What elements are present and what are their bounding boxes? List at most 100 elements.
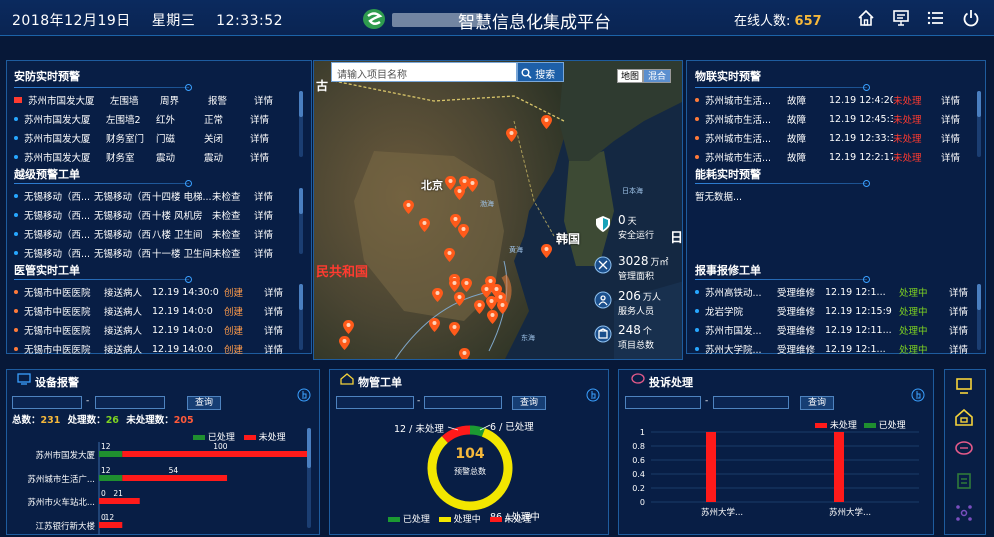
map-pin-icon[interactable] [486,296,497,310]
complaint-end-date[interactable] [713,396,789,409]
y-tick-label: 0.6 [632,456,645,465]
detail-link[interactable]: 详情 [941,131,971,145]
map-pin-icon[interactable] [444,248,455,262]
map-type-map[interactable]: 地图 [617,69,643,83]
power-icon[interactable] [961,8,981,28]
map-pin-icon[interactable] [419,218,430,232]
report-nav-icon[interactable] [950,468,978,494]
wuguan-title: 物管工单 [358,376,402,389]
map-pin-icon[interactable] [487,310,498,324]
map-pin-icon[interactable] [454,186,465,200]
map-pin-icon[interactable] [541,244,552,258]
map-search-button[interactable]: 搜索 [517,62,564,82]
hand-pointer-icon[interactable] [911,388,925,402]
map-pin-icon[interactable] [506,128,517,142]
title-dot [863,180,870,187]
map-pin-icon[interactable] [497,300,508,314]
detail-link[interactable]: 详情 [941,150,971,164]
map-pin-icon[interactable] [403,200,414,214]
donut-total: 104 [455,446,485,462]
hand-pointer-icon[interactable] [297,388,311,402]
map-pin-icon[interactable] [541,115,552,129]
device-nav-icon[interactable] [950,373,978,399]
detail-link[interactable]: 详情 [264,323,294,337]
bar-value-label: 0 [101,489,106,498]
detail-link[interactable]: 详情 [254,208,284,222]
device-start-date[interactable] [12,396,82,409]
repair-status: 处理中 [899,326,928,337]
detail-link[interactable]: 详情 [264,304,294,318]
map-pin-icon[interactable] [449,278,460,292]
map-pin-icon[interactable] [432,288,443,302]
detail-link[interactable]: 详情 [254,227,284,241]
map-pin-icon[interactable] [481,284,492,298]
complaint-nav-icon[interactable] [950,436,978,462]
home-icon[interactable] [856,8,876,28]
iot-row: 苏州城市生活... 故障 12.19 12:45:35未处理 详情 [695,110,975,128]
complaint-query-button[interactable]: 查询 [800,396,834,410]
property-nav-icon[interactable] [950,404,978,430]
alarm-type: 红外 [156,115,176,126]
legend-swatch-processing [438,517,451,522]
repair-status: 处理中 [899,288,928,299]
security-scrollbar[interactable] [299,91,303,157]
map-pin-icon[interactable] [458,224,469,238]
detail-link[interactable]: 详情 [941,93,971,107]
network-nav-icon[interactable] [950,500,978,526]
detail-link[interactable]: 详情 [949,323,979,337]
detail-link[interactable]: 详情 [254,93,284,107]
detail-link[interactable]: 详情 [254,189,284,203]
bar-value-label: 54 [169,466,179,475]
patrol-scrollbar[interactable] [299,188,303,254]
map-pin-icon[interactable] [339,336,350,350]
title-underline [14,183,189,184]
detail-link[interactable]: 详情 [250,150,280,164]
stat-unit: 万人 [642,293,661,303]
site-name: 苏州市国发大厦 [24,134,91,145]
hand-pointer-icon[interactable] [586,388,600,402]
detail-link[interactable]: 详情 [264,342,294,356]
detail-link[interactable]: 详情 [949,285,979,299]
device-query-button[interactable]: 查询 [187,396,221,410]
map[interactable]: 北京 韩国 民共和国 古 日本海 渤海 黄海 东海 日 请输入项目名称 搜索 地… [313,60,683,360]
device-end-date[interactable] [95,396,165,409]
alarm-time: 12.19 12:4:20 [829,94,893,106]
map-pin-icon[interactable] [467,178,478,192]
detail-link[interactable]: 详情 [250,112,280,126]
alarm-type: 震动 [156,153,176,164]
iot-scrollbar[interactable] [977,91,981,157]
map-pin-icon[interactable] [343,320,354,334]
detail-link[interactable]: 详情 [254,246,284,260]
bullet-dot [14,290,18,294]
total-label: 总数： [12,415,41,426]
alarm-status: 未处理 [893,115,922,126]
repair-scrollbar[interactable] [977,284,981,350]
repair-type: 受理维修 [777,288,816,299]
medical-row: 无锡市中医医院 接送病人 12.19 14:30:0 创建 详情 [14,283,298,301]
stat-value: 0天 [618,213,637,227]
complaint-start-date[interactable] [625,396,701,409]
detail-link[interactable]: 详情 [949,304,979,318]
detail-link[interactable]: 详情 [949,342,979,356]
wuguan-end-date[interactable] [424,396,502,409]
menu-icon[interactable] [926,8,946,28]
detail-link[interactable]: 详情 [250,131,280,145]
map-pin-icon[interactable] [429,318,440,332]
date-separator: - [417,396,421,406]
medical-scrollbar[interactable] [299,284,303,350]
wuguan-query-button[interactable]: 查询 [512,396,546,410]
legend-undone: 未处理 [504,515,532,525]
device-scrollbar[interactable] [307,428,311,528]
map-pin-icon[interactable] [454,292,465,306]
monitor-icon[interactable] [891,8,911,28]
map-search-input[interactable]: 请输入项目名称 [331,62,517,82]
detail-link[interactable]: 详情 [264,285,294,299]
detail-link[interactable]: 详情 [941,112,971,126]
map-pin-icon[interactable] [459,348,470,360]
map-pin-icon[interactable] [474,300,485,314]
map-pin-icon[interactable] [461,278,472,292]
map-type-hybrid[interactable]: 混合 [643,69,671,83]
weekday-text: 星期三 [151,13,196,29]
map-pin-icon[interactable] [449,322,460,336]
wuguan-start-date[interactable] [336,396,414,409]
